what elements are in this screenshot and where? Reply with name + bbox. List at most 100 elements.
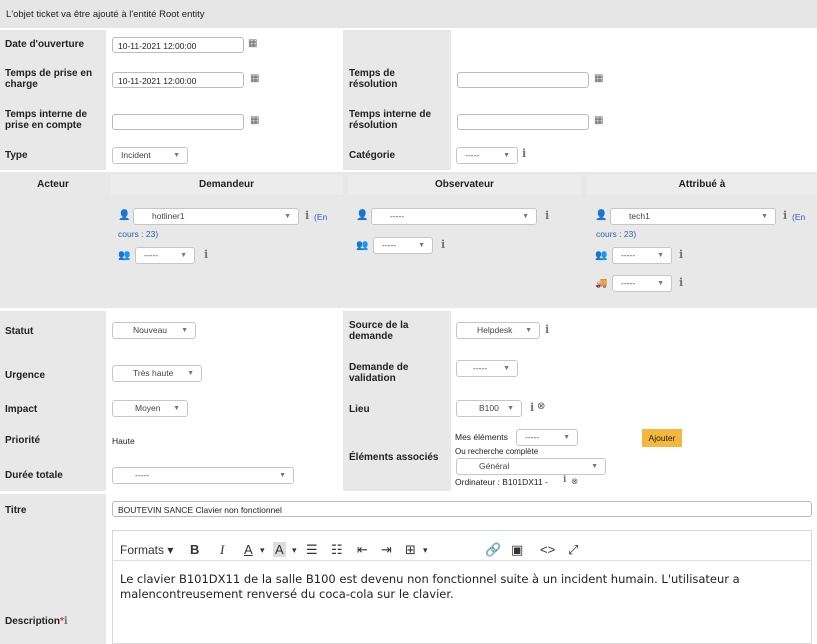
info-icon[interactable]: i (64, 616, 68, 627)
assigned-group-select[interactable]: ----- ▼ (612, 247, 672, 264)
opening-date-field[interactable]: 10-11-2021 12:00:00 (112, 37, 244, 53)
resolution-time-label: Temps de résolution (349, 68, 398, 90)
title-label: Titre (5, 505, 27, 516)
group-icon: 👥 (595, 250, 608, 261)
impact-label: Impact (5, 404, 38, 415)
bold-button[interactable]: B (190, 542, 199, 557)
description-label: Description*i (5, 616, 68, 627)
duration-select[interactable]: ----- ▼ (112, 467, 294, 484)
info-icon[interactable]: i (522, 147, 526, 160)
calendar-icon[interactable]: ▦ (594, 115, 603, 126)
internal-resolution-field[interactable] (457, 114, 589, 130)
supplier-icon: 🚚 (595, 278, 608, 289)
impact-select[interactable]: Moyen ▼ (112, 400, 188, 417)
linked-item: Ordinateur : B101DX11 - (455, 477, 548, 487)
group-icon: 👥 (356, 240, 369, 251)
formats-menu[interactable]: Formats ▾ (120, 543, 173, 557)
category-label: Catégorie (349, 150, 396, 161)
category-select[interactable]: ----- ▼ (456, 147, 518, 164)
user-icon: 👤 (118, 210, 131, 221)
description-text[interactable]: Le clavier B101DX11 de la salle B100 est… (120, 572, 810, 602)
left-label-panel (0, 30, 106, 170)
internal-resolution-label: Temps interne de résolution (349, 109, 432, 131)
editor-toolbar (113, 531, 811, 561)
add-button[interactable]: Ajouter (642, 429, 682, 447)
status-label: Statut (5, 326, 34, 337)
type-select[interactable]: Incident ▼ (112, 147, 188, 164)
table-icon[interactable]: ⊞ (405, 542, 416, 558)
full-search-select[interactable]: Général ▼ (456, 458, 606, 475)
takeover-time-field[interactable]: 10-11-2021 12:00:00 (112, 72, 244, 88)
text-color-button[interactable]: A (244, 542, 253, 557)
user-icon: 👤 (595, 210, 608, 221)
calendar-icon[interactable]: ▦ (250, 73, 259, 84)
indent-icon[interactable]: ⇥ (381, 542, 392, 558)
bullet-list-icon[interactable]: ☰ (306, 542, 318, 558)
urgency-select[interactable]: Très haute ▼ (112, 365, 202, 382)
info-icon[interactable]: i (679, 276, 683, 289)
title-field[interactable]: BOUTEVIN SANCE Clavier non fonctionnel (112, 501, 812, 517)
outdent-icon[interactable]: ⇤ (357, 542, 368, 558)
calendar-icon[interactable]: ▦ (250, 115, 259, 126)
internal-takeover-label: Temps interne de prise en compte (5, 109, 88, 131)
urgency-label: Urgence (5, 370, 46, 381)
actor-label: Acteur (0, 175, 106, 195)
takeover-time-label: Temps de prise en charge (5, 68, 93, 90)
image-icon[interactable]: ▣ (511, 542, 523, 558)
link-icon[interactable]: 🔗 (485, 542, 501, 558)
observer-header: Observateur (348, 175, 581, 195)
background-color-button[interactable]: A (273, 542, 286, 557)
info-icon[interactable]: i (530, 401, 534, 414)
text-color-dropdown[interactable]: ▾ (260, 545, 265, 556)
info-icon[interactable]: i (563, 475, 566, 485)
resolution-time-field[interactable] (457, 72, 589, 88)
validation-label: Demande de validation (349, 362, 409, 384)
my-items-select[interactable]: ----- ▼ (516, 429, 578, 446)
location-label: Lieu (349, 404, 370, 415)
requester-group-select[interactable]: ----- ▼ (135, 247, 195, 264)
assigned-header: Attribué à (587, 175, 817, 195)
assigned-workload-count: cours : 23) (596, 229, 637, 239)
location-select[interactable]: B100 ▼ (456, 400, 522, 417)
info-icon[interactable]: i (545, 323, 549, 336)
duration-label: Durée totale (5, 470, 63, 481)
assigned-supplier-select[interactable]: ----- ▼ (612, 275, 672, 292)
requester-user-select[interactable]: hotliner1 ▼ (133, 208, 299, 225)
info-icon[interactable]: i (204, 248, 208, 261)
assigned-user-select[interactable]: tech1 ▼ (610, 208, 776, 225)
entity-message: L'objet ticket va être ajouté à l'entité… (6, 9, 205, 20)
info-icon[interactable]: i (441, 238, 445, 251)
internal-takeover-field[interactable] (112, 114, 244, 130)
background-color-dropdown[interactable]: ▾ (292, 545, 297, 556)
type-label: Type (5, 150, 28, 161)
requester-workload-count: cours : 23) (118, 229, 159, 239)
calendar-icon[interactable]: ▦ (594, 73, 603, 84)
middle-label-panel (343, 30, 451, 170)
source-select[interactable]: Helpdesk ▼ (456, 322, 540, 339)
info-icon[interactable]: i (305, 209, 309, 222)
opening-date-label: Date d'ouverture (5, 39, 85, 50)
remove-icon[interactable]: ⊗ (571, 476, 578, 487)
fullscreen-icon[interactable]: ⤢ (568, 542, 578, 558)
table-dropdown[interactable]: ▾ (423, 545, 428, 556)
info-icon[interactable]: i (545, 209, 549, 222)
requester-workload: (En (314, 212, 328, 222)
calendar-icon[interactable]: ▦ (248, 38, 257, 49)
items-label: Éléments associés (349, 452, 439, 463)
source-label: Source de la demande (349, 320, 409, 342)
priority-value: Haute (112, 436, 135, 446)
status-select[interactable]: Nouveau ▼ (112, 322, 196, 339)
numbered-list-icon[interactable]: ☷ (331, 542, 343, 558)
validation-select[interactable]: ----- ▼ (456, 360, 518, 377)
info-icon[interactable]: i (679, 248, 683, 261)
group-icon: 👥 (118, 250, 131, 261)
italic-button[interactable]: I (220, 542, 224, 558)
observer-user-select[interactable]: ----- ▼ (371, 208, 537, 225)
my-items-label: Mes éléments (455, 432, 508, 442)
code-icon[interactable]: <> (540, 542, 555, 557)
globe-icon[interactable]: ⊗ (537, 401, 545, 412)
left-label-panel-2 (0, 311, 106, 491)
user-icon: 👤 (356, 210, 369, 221)
info-icon[interactable]: i (783, 209, 787, 222)
observer-group-select[interactable]: ----- ▼ (373, 237, 433, 254)
